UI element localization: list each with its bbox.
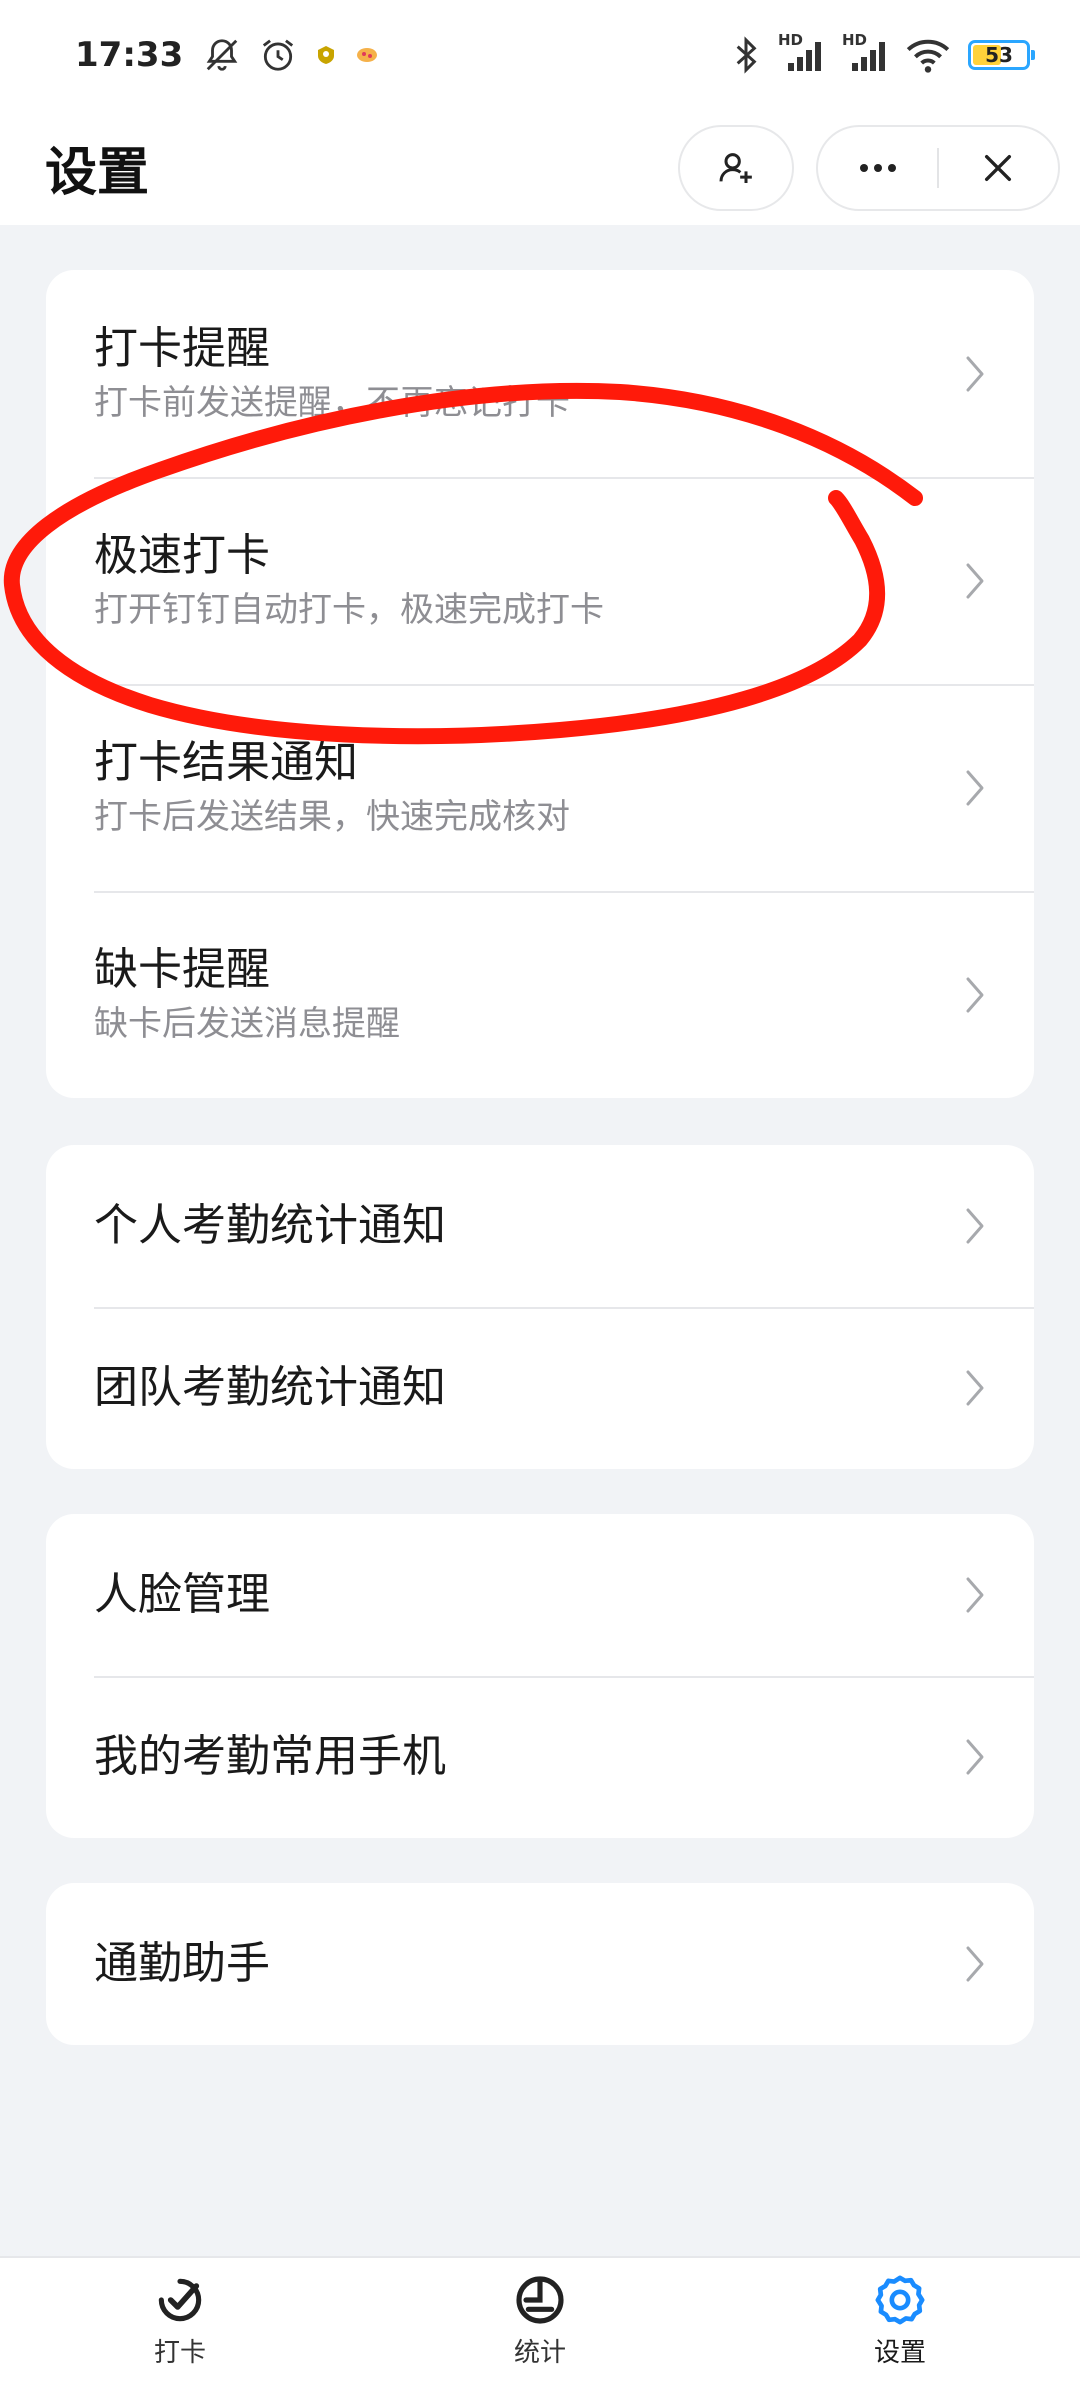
item-title: 通勤助手 (94, 1937, 270, 1989)
settings-item-fast-checkin[interactable]: 极速打卡 打开钉钉自动打卡，极速完成打卡 (46, 477, 1034, 684)
gear-icon (875, 2275, 925, 2324)
close-icon (985, 154, 1012, 181)
tab-settings[interactable]: 设置 (720, 2258, 1080, 2382)
item-title: 缺卡提醒 (94, 943, 270, 995)
chevron-right-icon (964, 561, 986, 601)
settings-item-checkin-result-notice[interactable]: 打卡结果通知 打卡后发送结果，快速完成核对 (46, 684, 1034, 891)
chevron-right-icon (964, 354, 986, 394)
settings-item-commute-assistant[interactable]: 通勤助手 (46, 1883, 1034, 2045)
bottom-tab-bar: 打卡 统计 设置 (0, 2256, 1080, 2382)
chevron-right-icon (964, 1368, 986, 1408)
status-time: 17:33 (75, 35, 184, 75)
tab-label: 统计 (513, 2337, 566, 2368)
chevron-right-icon (964, 1737, 986, 1777)
settings-item-face-management[interactable]: 人脸管理 (46, 1514, 1034, 1676)
page-title: 设置 (45, 143, 150, 203)
add-contact-button[interactable] (678, 124, 794, 211)
item-subtitle: 打卡后发送结果，快速完成核对 (94, 797, 570, 838)
item-title: 个人考勤统计通知 (94, 1199, 446, 1251)
close-button[interactable] (939, 127, 1058, 209)
top-navigation-bar: 设置 (0, 110, 1080, 225)
screen: 17:33 HD HD 53 设置 打卡提醒 打卡前发送提醒，不再忘记打卡 极速… (0, 0, 1080, 2382)
item-title: 极速打卡 (94, 529, 270, 581)
add-contact-icon (719, 152, 752, 183)
tab-stats[interactable]: 统计 (360, 2258, 720, 2382)
item-subtitle: 缺卡后发送消息提醒 (94, 1004, 400, 1045)
tab-label: 设置 (873, 2337, 926, 2368)
chevron-right-icon (964, 975, 986, 1015)
battery-level: 53 (985, 43, 1013, 67)
network-type-label: HD (842, 31, 868, 49)
chevron-right-icon (964, 768, 986, 808)
settings-item-missed-checkin-reminder[interactable]: 缺卡提醒 缺卡后发送消息提醒 (46, 891, 1034, 1098)
chevron-right-icon (964, 1206, 986, 1246)
bluetooth-icon (732, 35, 760, 75)
signal-icon: HD (842, 31, 888, 73)
more-icon (859, 163, 896, 172)
app-notification-icon (315, 44, 337, 66)
wifi-icon (906, 37, 950, 73)
stats-pie-icon (516, 2275, 564, 2324)
more-button[interactable] (818, 127, 937, 209)
battery-icon: 53 (968, 40, 1035, 70)
settings-group-commute: 通勤助手 (46, 1883, 1034, 2045)
item-title: 打卡提醒 (94, 322, 270, 374)
item-subtitle: 打卡前发送提醒，不再忘记打卡 (94, 383, 570, 424)
item-title: 我的考勤常用手机 (94, 1730, 446, 1782)
item-title: 团队考勤统计通知 (94, 1361, 446, 1413)
settings-group-device: 人脸管理 我的考勤常用手机 (46, 1514, 1034, 1838)
settings-item-team-stats-notice[interactable]: 团队考勤统计通知 (46, 1307, 1034, 1469)
mini-program-capsule (816, 124, 1060, 211)
settings-item-personal-stats-notice[interactable]: 个人考勤统计通知 (46, 1145, 1034, 1307)
mute-bell-icon (203, 36, 241, 74)
app-notification-icon (355, 44, 379, 66)
signal-icon: HD (778, 31, 824, 73)
settings-group-stats-notice: 个人考勤统计通知 团队考勤统计通知 (46, 1145, 1034, 1469)
alarm-icon (259, 36, 297, 74)
item-title: 人脸管理 (94, 1568, 270, 1620)
item-subtitle: 打开钉钉自动打卡，极速完成打卡 (94, 590, 604, 631)
chevron-right-icon (964, 1575, 986, 1615)
network-type-label: HD (778, 31, 804, 49)
status-bar: 17:33 HD HD 53 (0, 0, 1080, 110)
check-in-icon (158, 2278, 202, 2321)
tab-checkin[interactable]: 打卡 (0, 2258, 360, 2382)
item-title: 打卡结果通知 (94, 736, 358, 788)
settings-group-checkin: 打卡提醒 打卡前发送提醒，不再忘记打卡 极速打卡 打开钉钉自动打卡，极速完成打卡… (46, 270, 1034, 1098)
settings-item-common-phone[interactable]: 我的考勤常用手机 (46, 1676, 1034, 1838)
chevron-right-icon (964, 1944, 986, 1984)
tab-label: 打卡 (153, 2337, 206, 2368)
settings-item-checkin-reminder[interactable]: 打卡提醒 打卡前发送提醒，不再忘记打卡 (46, 270, 1034, 477)
